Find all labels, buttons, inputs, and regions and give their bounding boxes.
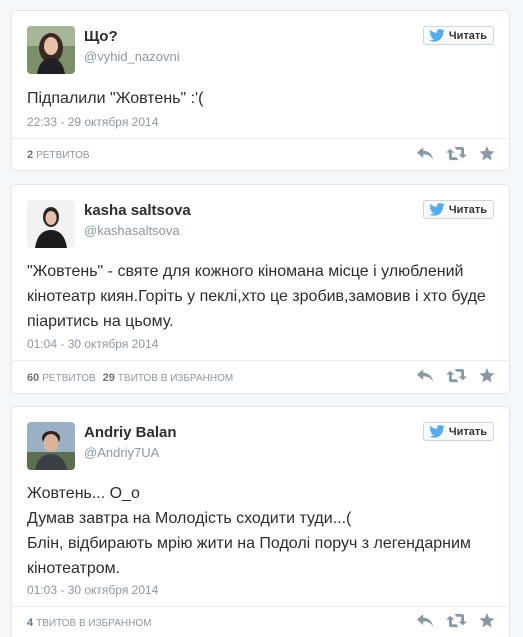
tweet-text: Підпалили "Жовтень" :'( [27, 90, 204, 107]
avatar[interactable] [27, 26, 75, 74]
tweet-card: kasha saltsova @kashasaltsova Читать "Жо… [11, 184, 510, 394]
tweet-card: Що? @vyhid_nazovni Читать Підпалили "Жов… [11, 10, 510, 171]
author-handle[interactable]: @vyhid_nazovni [84, 49, 180, 64]
stat-retweets[interactable]: 60 ретвитов [27, 372, 96, 384]
tweet-stats: 2 ретвитов [27, 149, 90, 161]
follow-button-label: Читать [448, 29, 487, 42]
twitter-bird-icon [429, 203, 445, 216]
tweet-text: "Жовтень" - святе для кожного кіномана м… [27, 263, 486, 330]
favorite-star-icon[interactable] [479, 368, 495, 383]
tweet-actions [416, 368, 495, 383]
retweet-icon[interactable] [446, 146, 467, 161]
follow-button[interactable]: Читать [422, 26, 494, 45]
twitter-bird-icon [429, 425, 445, 438]
tweet-date[interactable]: 01:04 - 30 октября 2014 [27, 337, 158, 351]
divider [12, 360, 509, 361]
divider [12, 138, 509, 139]
stat-favorites[interactable]: 4 твитов в избранном [27, 617, 151, 629]
tweet-card: Andriy Balan @Andriy7UA Читать Жовтень..… [11, 406, 510, 637]
tweet-date[interactable]: 01:03 - 30 октября 2014 [27, 583, 158, 597]
reply-icon[interactable] [416, 613, 434, 628]
avatar[interactable] [27, 422, 75, 470]
avatar[interactable] [27, 200, 75, 248]
reply-icon[interactable] [416, 368, 434, 383]
follow-button-label: Читать [448, 425, 487, 438]
favorite-star-icon[interactable] [479, 613, 495, 628]
author-name[interactable]: Що? [84, 28, 118, 45]
twitter-bird-icon [429, 29, 445, 42]
author-name[interactable]: kasha saltsova [84, 202, 191, 219]
follow-button-label: Читать [448, 203, 487, 216]
stat-retweets[interactable]: 2 ретвитов [27, 149, 90, 161]
author-name[interactable]: Andriy Balan [84, 424, 177, 441]
retweet-icon[interactable] [446, 368, 467, 383]
tweet-text: Жовтень... О_о Думав завтра на Молодість… [27, 485, 471, 577]
divider [12, 606, 509, 607]
tweet-stats: 60 ретвитов 29 твитов в избранном [27, 372, 233, 384]
stat-favorites[interactable]: 29 твитов в избранном [103, 372, 234, 384]
tweet-stats: 4 твитов в избранном [27, 617, 151, 629]
favorite-star-icon[interactable] [479, 146, 495, 161]
follow-button[interactable]: Читать [422, 200, 494, 219]
tweet-actions [416, 613, 495, 628]
author-handle[interactable]: @kashasaltsova [84, 223, 180, 238]
tweet-actions [416, 146, 495, 161]
retweet-icon[interactable] [446, 613, 467, 628]
tweet-date[interactable]: 22:33 - 29 октября 2014 [27, 115, 158, 129]
author-handle[interactable]: @Andriy7UA [84, 445, 159, 460]
reply-icon[interactable] [416, 146, 434, 161]
follow-button[interactable]: Читать [422, 422, 494, 441]
